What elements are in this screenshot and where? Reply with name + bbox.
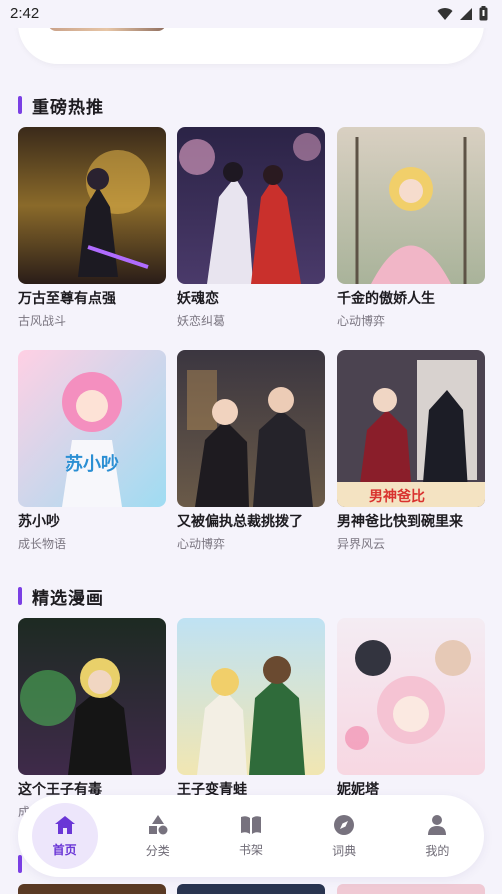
nav-label: 我的: [425, 843, 450, 858]
nav-dictionary[interactable]: 词典: [311, 803, 377, 869]
comic-cover-partial[interactable]: [337, 884, 485, 894]
comic-card[interactable]: 苏小吵 苏小吵 成长物语: [18, 350, 166, 552]
comic-title: 万古至尊有点强: [18, 291, 116, 307]
home-icon: [54, 815, 75, 834]
cover-title-art: 苏小吵: [65, 453, 119, 475]
nav-label: 书架: [238, 842, 263, 857]
nav-home[interactable]: 首页: [31, 803, 98, 869]
comic-card[interactable]: 王子变青蛙: [177, 618, 325, 803]
comic-tag: 异界风云: [337, 537, 386, 551]
category-icon: [148, 814, 168, 834]
signal-icon: [460, 7, 472, 20]
compass-icon: [334, 814, 355, 835]
status-icons: [437, 6, 488, 21]
bookshelf-icon: [240, 815, 261, 834]
comic-cover-partial[interactable]: [177, 884, 325, 894]
comic-title: 千金的傲娇人生: [337, 291, 435, 307]
nav-profile[interactable]: 我的: [404, 803, 470, 869]
section-title-text: 精选漫画: [32, 588, 104, 609]
battery-icon: [479, 6, 488, 21]
comic-card[interactable]: 妮妮塔: [337, 618, 485, 803]
comic-tag: 妖恋纠葛: [177, 314, 226, 328]
comic-card[interactable]: 这个王子有毒 成: [18, 618, 166, 820]
nav-label: 分类: [145, 843, 170, 858]
comic-cover: 男神爸比: [337, 350, 485, 507]
section-accent-bar: [18, 96, 22, 114]
bottom-navigation: 首页 分类 书架 词典 我的: [18, 795, 484, 877]
comic-title: 苏小吵: [18, 514, 60, 530]
comic-card[interactable]: 妖魂恋 妖恋纠葛: [177, 127, 325, 329]
wifi-icon: [437, 7, 453, 20]
comic-cover-partial[interactable]: [18, 884, 166, 894]
comic-tag: 古风战斗: [18, 314, 67, 328]
nav-label: 词典: [332, 843, 357, 858]
section-picks-title: 精选漫画: [18, 584, 104, 609]
cover-title-art: 男神爸比: [369, 488, 425, 505]
section-title-text: 重磅热推: [32, 97, 104, 118]
comic-cover: [18, 618, 166, 775]
comic-title: 男神爸比快到碗里来: [337, 514, 463, 530]
comic-cover: 苏小吵: [18, 350, 166, 507]
comic-card[interactable]: 又被偏执总裁挑拨了 心动博弈: [177, 350, 325, 552]
nav-bookshelf[interactable]: 书架: [218, 803, 284, 869]
profile-icon: [428, 814, 447, 835]
comic-card[interactable]: 男神爸比 男神爸比快到碗里来 异界风云: [337, 350, 485, 552]
comic-cover: [177, 618, 325, 775]
comic-cover: [18, 127, 166, 284]
comic-card[interactable]: 千金的傲娇人生 心动博弈: [337, 127, 485, 329]
comic-cover: [337, 618, 485, 775]
comic-title: 又被偏执总裁挑拨了: [177, 514, 303, 530]
comic-card[interactable]: 万古至尊有点强 古风战斗: [18, 127, 166, 329]
comic-title: 妖魂恋: [177, 291, 219, 307]
section-hot-title: 重磅热推: [18, 93, 104, 118]
status-time: 2:42: [10, 5, 40, 22]
comic-tag: 心动博弈: [177, 537, 226, 551]
comic-cover: [337, 127, 485, 284]
nav-category[interactable]: 分类: [125, 803, 191, 869]
comic-tag: 成长物语: [18, 537, 67, 551]
comic-cover: [177, 127, 325, 284]
nav-label: 首页: [52, 842, 77, 857]
status-bar: 2:42: [0, 0, 502, 28]
comic-cover: [177, 350, 325, 507]
comic-tag: 心动博弈: [337, 314, 386, 328]
section-accent-bar: [18, 587, 22, 605]
section-accent-bar: [18, 855, 22, 873]
